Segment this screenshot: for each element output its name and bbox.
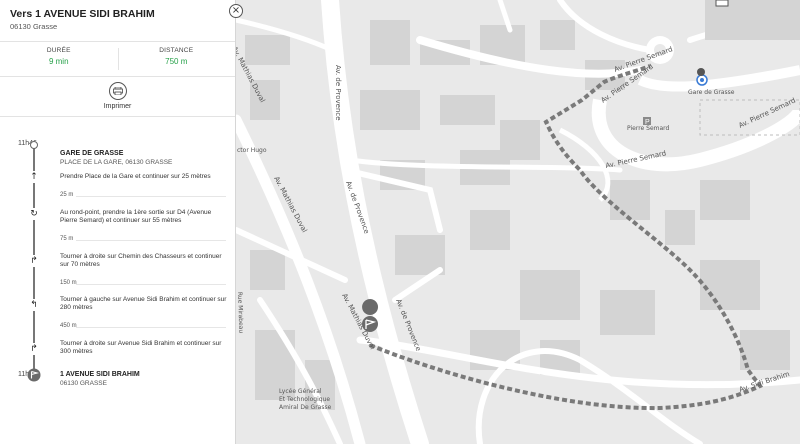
distance-value: 750 m [165, 57, 188, 66]
turn-left-icon: ↰ [25, 299, 43, 311]
label-rue-mirabeau: Rue Mirabeau [236, 292, 244, 334]
turn-right-icon: ↱ [25, 343, 43, 355]
label-av-de-provence-top: Av. de Provence [334, 65, 342, 121]
end-address: 06130 GRASSE [60, 380, 107, 387]
straight-arrow-icon: ↑ [25, 171, 43, 183]
itinerary-panel: Vers 1 AVENUE SIDI BRAHIM 06130 Grasse D… [0, 0, 236, 444]
start-name: GARE DE GRASSE [60, 150, 124, 157]
print-button[interactable]: Imprimer [0, 77, 235, 117]
train-station-marker[interactable] [696, 74, 708, 86]
end-name: 1 AVENUE SIDI BRAHIM [60, 371, 140, 378]
step-3-text: Tourner à droite sur Chemin des Chasseur… [60, 253, 222, 268]
trip-summary: DURÉE 9 min DISTANCE 750 m [0, 41, 235, 77]
start-dot-icon [30, 141, 38, 149]
step-4-text: Tourner à gauche sur Avenue Sidi Brahim … [60, 296, 227, 311]
step-5-text: Tourner à droite sur Avenue Sidi Brahim … [60, 340, 222, 355]
panel-header: Vers 1 AVENUE SIDI BRAHIM 06130 Grasse [0, 0, 235, 31]
turn-right-icon: ↱ [25, 255, 43, 267]
distance-cell: DISTANCE 750 m [117, 42, 236, 76]
parking-letter: P [645, 119, 650, 126]
destination-subtitle: 06130 Grasse [10, 22, 58, 31]
print-label: Imprimer [103, 103, 132, 110]
step-2-distance: 75 m [60, 236, 74, 242]
duration-cell: DURÉE 9 min [0, 42, 118, 76]
duration-label: DURÉE [46, 47, 71, 54]
label-pierre-semard: Pierre Semard [627, 125, 670, 132]
destination-title: Vers 1 AVENUE SIDI BRAHIM [10, 8, 155, 20]
printer-icon [108, 82, 127, 100]
label-lycee-2: Et Technologique [279, 396, 330, 403]
duration-value: 9 min [48, 57, 69, 66]
destination-pin-icon [27, 368, 41, 382]
step-4-distance: 450 m [60, 323, 77, 329]
label-victor-hugo: ctor Hugo [237, 147, 267, 154]
roundabout-icon: ↻ [25, 208, 43, 220]
map-control[interactable] [715, 0, 729, 7]
close-icon[interactable]: × [229, 4, 243, 18]
label-lycee-1: Lycée Général [279, 388, 322, 395]
step-1-text: Prendre Place de la Gare et continuer su… [60, 173, 211, 180]
distance-label: DISTANCE [159, 47, 194, 54]
label-lycee-3: Amiral De Grasse [279, 404, 332, 411]
label-gare-de-grasse: Gare de Grasse [688, 89, 735, 96]
step-1-distance: 25 m [60, 192, 74, 198]
step-3-distance: 150 m [60, 280, 77, 286]
start-pin-icon[interactable] [697, 68, 705, 76]
step-2-text: Au rond-point, prendre la 1ère sortie su… [60, 209, 212, 224]
start-address: PLACE DE LA GARE, 06130 GRASSE [60, 159, 173, 166]
